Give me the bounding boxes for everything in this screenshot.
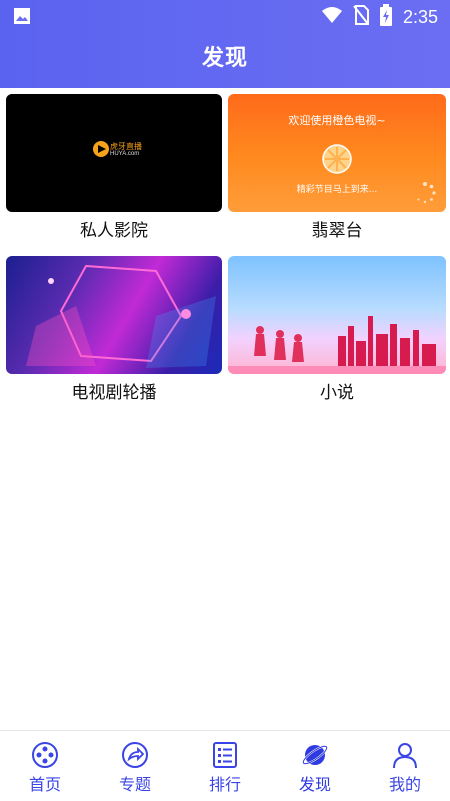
- nav-topics[interactable]: 专题: [90, 731, 180, 801]
- bottom-navigation: 首页 专题 排行 发现 我的: [0, 730, 450, 801]
- card-label: 小说: [320, 383, 354, 403]
- card-label: 私人影院: [80, 221, 148, 241]
- app-header: 2:35 发现: [0, 0, 450, 88]
- loading-spinner-icon: [414, 182, 436, 208]
- nav-discover[interactable]: 发现: [270, 731, 360, 801]
- thumb-text-sub: HUYA.com: [110, 151, 140, 157]
- abstract-art: [26, 264, 216, 368]
- card-label: 电视剧轮播: [71, 383, 157, 403]
- thumbnail-novel: [228, 256, 446, 374]
- discover-grid: 虎牙直播 HUYA.com 私人影院 欢迎使用橙色电视~ 精彩节目马上到来...: [6, 94, 446, 412]
- orange-icon: [322, 144, 352, 178]
- nav-label: 我的: [388, 775, 421, 794]
- nav-label: 发现: [298, 775, 331, 794]
- gallery-notification-icon: [12, 6, 32, 30]
- thumb-welcome-text: 欢迎使用橙色电视~: [288, 114, 386, 127]
- status-time: 2:35: [402, 6, 438, 27]
- page-title: 发现: [201, 46, 248, 71]
- battery-charging-icon: [379, 4, 393, 30]
- nav-label: 专题: [118, 775, 151, 794]
- card-jade-channel[interactable]: 欢迎使用橙色电视~ 精彩节目马上到来... 翡翠台: [228, 94, 446, 250]
- nav-mine[interactable]: 我的: [360, 731, 450, 801]
- film-reel-icon: [31, 741, 59, 769]
- nav-label: 首页: [28, 775, 61, 794]
- list-icon: [211, 741, 239, 769]
- wifi-icon: [321, 6, 343, 28]
- no-sim-icon: [353, 5, 369, 29]
- nav-label: 排行: [208, 775, 241, 794]
- share-arrow-icon: [121, 741, 149, 769]
- status-bar: 2:35: [0, 0, 450, 32]
- thumbnail-jade-channel: 欢迎使用橙色电视~ 精彩节目马上到来...: [228, 94, 446, 212]
- card-private-cinema[interactable]: 虎牙直播 HUYA.com 私人影院: [6, 94, 222, 250]
- user-icon: [391, 741, 419, 769]
- card-label: 翡翠台: [311, 221, 363, 241]
- thumbnail-private-cinema: 虎牙直播 HUYA.com: [6, 94, 222, 212]
- nav-ranking[interactable]: 排行: [180, 731, 270, 801]
- nav-home[interactable]: 首页: [0, 731, 90, 801]
- card-novel[interactable]: 小说: [228, 256, 446, 412]
- planet-icon: [301, 741, 329, 769]
- city-dance-art: [228, 316, 446, 374]
- thumbnail-tv-drama-loop: [6, 256, 222, 374]
- card-tv-drama-loop[interactable]: 电视剧轮播: [6, 256, 222, 412]
